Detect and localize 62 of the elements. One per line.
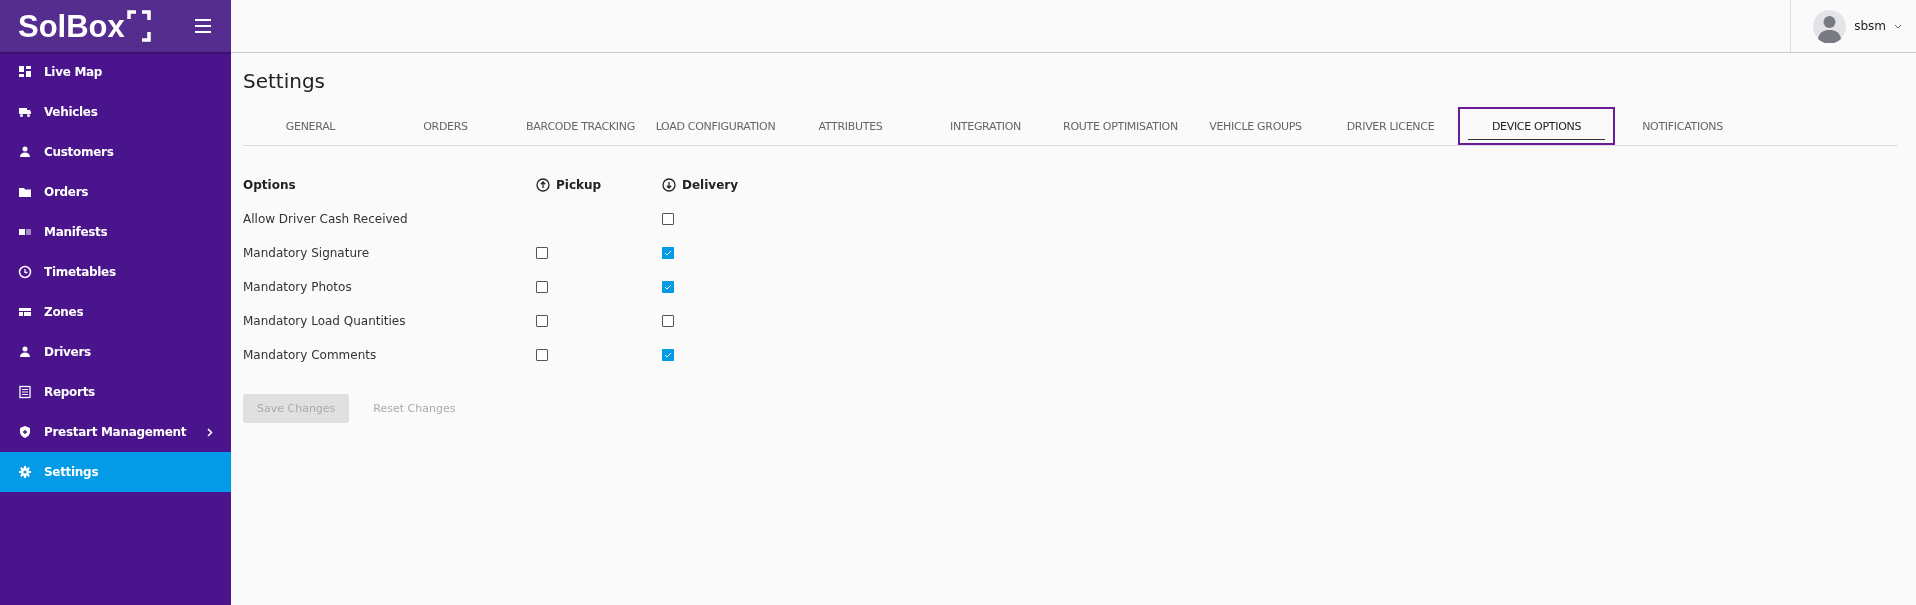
checkbox[interactable] (662, 315, 674, 327)
checkbox[interactable] (662, 349, 674, 361)
tab[interactable]: ROUTE OPTIMISATION (1053, 107, 1188, 145)
tab[interactable]: BARCODE TRACKING (513, 107, 648, 145)
menu-button[interactable] (195, 19, 211, 33)
sidebar-item[interactable]: Drivers (0, 332, 231, 372)
sidebar-item[interactable]: Settings (0, 452, 231, 492)
chevron-down-icon (1894, 23, 1902, 29)
tab[interactable]: DEVICE OPTIONS (1458, 107, 1615, 145)
tab[interactable]: ORDERS (378, 107, 513, 145)
user-menu[interactable]: sbsm (1790, 0, 1916, 52)
tab[interactable]: DRIVER LICENCE (1323, 107, 1458, 145)
chevron-right-icon (207, 427, 213, 437)
option-label: Mandatory Comments (243, 348, 377, 362)
truck-icon (18, 105, 32, 119)
checkbox[interactable] (662, 247, 674, 259)
avatar-icon (1813, 9, 1847, 43)
corner-brackets-icon (126, 10, 151, 42)
settings-icon (18, 465, 32, 479)
sidebar-item[interactable]: Timetables (0, 252, 231, 292)
sidebar-item[interactable]: Vehicles (0, 92, 231, 132)
person-icon (18, 145, 32, 159)
option-label: Mandatory Photos (243, 280, 352, 294)
checkbox[interactable] (536, 349, 548, 361)
shield-icon (18, 425, 32, 439)
sidebar-item[interactable]: Zones (0, 292, 231, 332)
sidebar-item[interactable]: Manifests (0, 212, 231, 252)
option-label: Mandatory Load Quantities (243, 314, 406, 328)
dashboard-icon (18, 65, 32, 79)
tab[interactable]: LOAD CONFIGURATION (648, 107, 783, 145)
page-title: Settings (243, 69, 327, 93)
column-header: Options (243, 178, 296, 192)
option-label: Allow Driver Cash Received (243, 212, 408, 226)
tab[interactable]: GENERAL (243, 107, 378, 145)
sidebar-item[interactable]: Orders (0, 172, 231, 212)
arrow-down-circle-icon (662, 178, 676, 192)
checkmark-icon (664, 249, 672, 257)
list-icon (18, 385, 32, 399)
sidebar-item[interactable]: Customers (0, 132, 231, 172)
checkbox[interactable] (662, 281, 674, 293)
tab[interactable]: VEHICLE GROUPS (1188, 107, 1323, 145)
option-label: Mandatory Signature (243, 246, 370, 260)
tab[interactable]: ATTRIBUTES (783, 107, 918, 145)
folder-icon (18, 185, 32, 199)
checkmark-icon (664, 351, 672, 359)
tab[interactable]: INTEGRATION (918, 107, 1053, 145)
sidebar-item[interactable]: Prestart Management (0, 412, 231, 452)
logo-text: SolBox (18, 11, 125, 42)
checkmark-icon (664, 283, 672, 291)
column-header: Delivery (682, 178, 739, 192)
checkbox[interactable] (536, 247, 548, 259)
person-icon (18, 345, 32, 359)
checkbox[interactable] (662, 213, 674, 225)
grid-icon (18, 305, 32, 319)
arrow-up-circle-icon (536, 178, 550, 192)
checkbox[interactable] (536, 281, 548, 293)
checkbox[interactable] (536, 315, 548, 327)
clock-icon (18, 265, 32, 279)
sidebar-item[interactable]: Reports (0, 372, 231, 412)
sidebar-item[interactable]: Live Map (0, 52, 231, 92)
tab[interactable]: NOTIFICATIONS (1615, 107, 1750, 145)
column-header: Pickup (556, 178, 602, 192)
